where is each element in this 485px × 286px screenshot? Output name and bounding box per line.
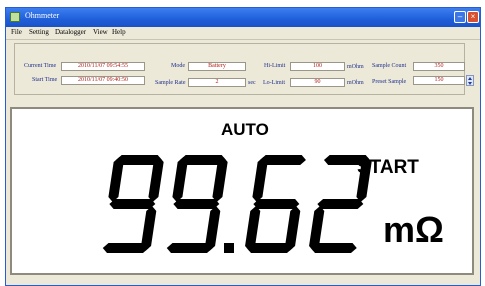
digit-segment bbox=[252, 157, 268, 202]
decimal-point bbox=[224, 243, 234, 253]
digit-segment bbox=[253, 199, 300, 209]
digit-segment bbox=[102, 243, 149, 253]
digit-segment bbox=[317, 199, 364, 209]
digit-segment bbox=[310, 243, 357, 253]
seven-segment-reading bbox=[102, 155, 372, 253]
digit-segment bbox=[166, 243, 213, 253]
digit-segment bbox=[108, 157, 124, 202]
digit-segment bbox=[173, 199, 220, 209]
digit-segment bbox=[285, 206, 301, 251]
digit-segment bbox=[109, 199, 156, 209]
digit-segment bbox=[172, 157, 188, 202]
